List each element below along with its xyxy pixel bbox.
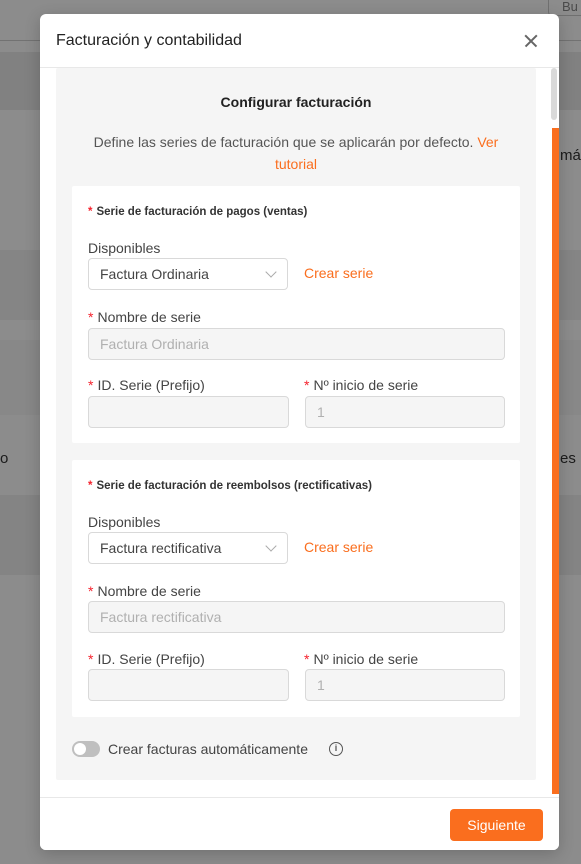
modal-footer: Siguiente xyxy=(40,797,559,850)
info-icon[interactable]: i xyxy=(329,742,343,756)
modal-body: Configurar facturación Define las series… xyxy=(40,68,559,797)
scrollbar-thumb[interactable] xyxy=(551,68,557,120)
required-marker: * xyxy=(88,377,94,393)
series-id-label: * ID. Serie (Prefijo) xyxy=(88,377,205,393)
start-number-label: * Nº inicio de serie xyxy=(304,651,419,667)
series-name-input[interactable]: Factura Ordinaria xyxy=(88,328,505,360)
chevron-down-icon xyxy=(265,266,277,278)
card-heading: * Serie de facturación de reembolsos (rec… xyxy=(88,480,372,492)
auto-invoices-label: Crear facturas automáticamente xyxy=(108,741,308,757)
create-series-link[interactable]: Crear serie xyxy=(304,265,373,281)
available-label: Disponibles xyxy=(88,514,161,530)
chevron-down-icon xyxy=(265,540,277,552)
modal-title: Facturación y contabilidad xyxy=(56,31,242,49)
auto-invoices-toggle[interactable] xyxy=(72,741,100,757)
series-id-label: * ID. Serie (Prefijo) xyxy=(88,651,205,667)
available-label: Disponibles xyxy=(88,240,161,256)
required-marker: * xyxy=(88,206,93,218)
modal-header: Facturación y contabilidad xyxy=(40,14,559,68)
configuration-panel: Configurar facturación Define las series… xyxy=(56,68,536,780)
billing-modal: Facturación y contabilidad Configurar fa… xyxy=(40,14,559,850)
description: Define las series de facturación que se … xyxy=(76,131,516,175)
available-series-select[interactable]: Factura rectificativa xyxy=(88,532,288,564)
start-number-input[interactable]: 1 xyxy=(305,669,505,701)
required-marker: * xyxy=(304,651,310,667)
available-series-select[interactable]: Factura Ordinaria xyxy=(88,258,288,290)
series-name-label: * Nombre de serie xyxy=(88,309,201,325)
toggle-knob xyxy=(74,743,86,755)
series-id-input[interactable] xyxy=(88,396,289,428)
required-marker: * xyxy=(304,377,310,393)
required-marker: * xyxy=(88,309,94,325)
series-id-input[interactable] xyxy=(88,669,289,701)
create-series-link[interactable]: Crear serie xyxy=(304,539,373,555)
card-heading: * Serie de facturación de pagos (ventas) xyxy=(88,206,308,218)
scroll-indicator xyxy=(552,128,559,794)
series-name-label: * Nombre de serie xyxy=(88,583,201,599)
next-button[interactable]: Siguiente xyxy=(450,809,543,841)
series-name-input[interactable]: Factura rectificativa xyxy=(88,601,505,633)
description-text: Define las series de facturación que se … xyxy=(93,134,474,150)
close-icon[interactable] xyxy=(519,29,543,53)
required-marker: * xyxy=(88,583,94,599)
required-marker: * xyxy=(88,651,94,667)
start-number-label: * Nº inicio de serie xyxy=(304,377,419,393)
section-title: Configurar facturación xyxy=(220,94,372,110)
required-marker: * xyxy=(88,480,93,492)
start-number-input[interactable]: 1 xyxy=(305,396,505,428)
payments-series-card: * Serie de facturación de pagos (ventas) … xyxy=(72,186,520,443)
refunds-series-card: * Serie de facturación de reembolsos (rec… xyxy=(72,460,520,717)
